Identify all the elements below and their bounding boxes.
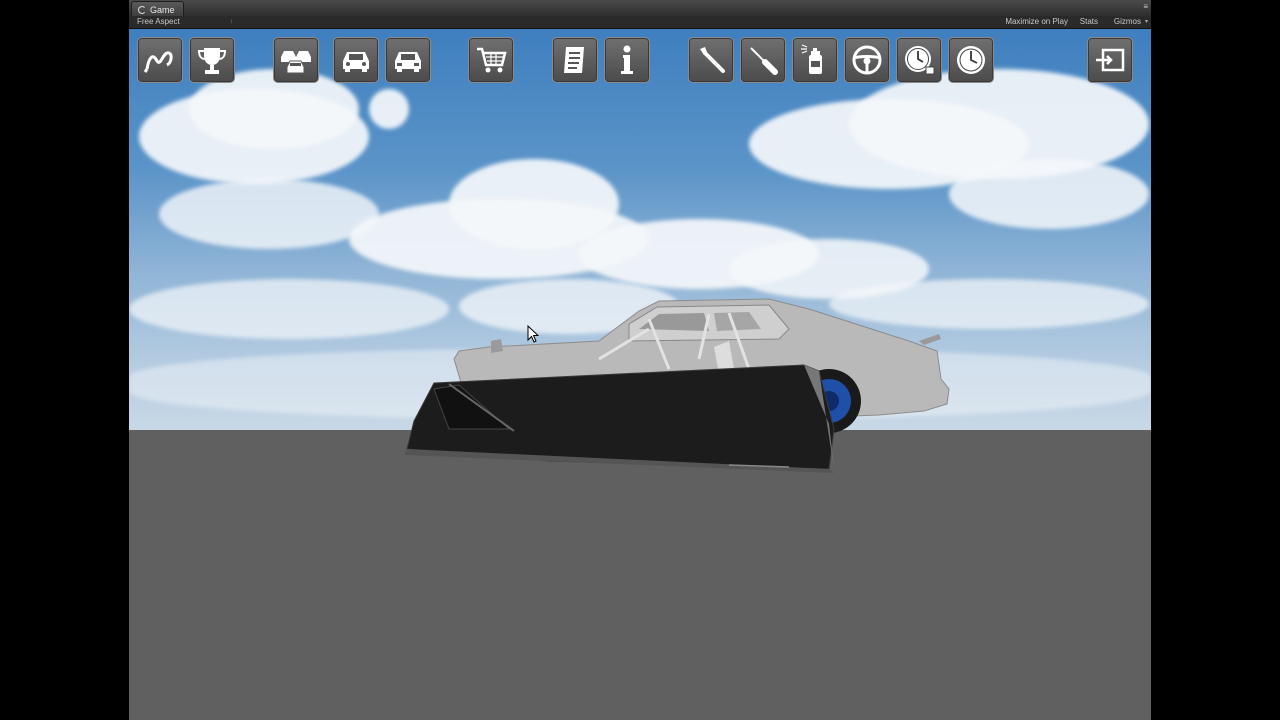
car-lot-icon [281,51,311,74]
game-view-toolbar: Free Aspect ↕ Maximize on Play Stats Giz… [129,16,1151,29]
game-viewport[interactable] [129,29,1151,720]
unity-logo-icon [138,5,146,14]
wrench-icon [700,47,725,73]
steering-wheel-icon [852,45,882,75]
checklist-button[interactable] [552,37,598,83]
time-button[interactable] [948,37,994,83]
shop-button[interactable] [468,37,514,83]
gauge-clock-icon [905,46,935,75]
wrench-button[interactable] [688,37,734,83]
gizmos-dropdown[interactable]: Gizmos [1114,16,1141,28]
tab-bar: Game ≡ [129,0,1151,17]
track-icon [143,51,173,73]
gizmos-dropdown-arrow-icon[interactable]: ▾ [1145,16,1148,28]
car-rear-button[interactable] [385,37,431,83]
checklist-icon [564,47,584,73]
info-icon [621,45,633,74]
screwdriver-button[interactable] [740,37,786,83]
car-model [404,298,950,473]
car-rear-icon [395,52,421,72]
spray-can-icon [801,44,822,74]
aspect-dropdown[interactable]: Free Aspect [137,16,180,28]
game-window: Game ≡ Free Aspect ↕ Maximize on Play St… [129,0,1151,720]
car-lot-button[interactable] [273,37,319,83]
screwdriver-icon [750,47,778,75]
exit-icon [1096,48,1125,72]
mouse-cursor-icon [527,325,539,343]
shopping-cart-icon [477,47,507,73]
window-menu-icon[interactable]: ≡ [1143,3,1148,11]
tab-game[interactable]: Game [131,1,184,17]
trophy-icon [197,48,227,74]
trophy-button[interactable] [189,37,235,83]
stats-toggle[interactable]: Stats [1080,16,1098,28]
info-button[interactable] [604,37,650,83]
paint-button[interactable] [792,37,838,83]
car-front-button[interactable] [333,37,379,83]
car-front-icon [343,52,369,72]
gauge-button[interactable] [896,37,942,83]
maximize-on-play-toggle[interactable]: Maximize on Play [1005,16,1068,28]
clock-icon [957,46,985,74]
exit-button[interactable] [1087,37,1133,83]
track-button[interactable] [137,37,183,83]
tab-label: Game [150,4,175,15]
steering-button[interactable] [844,37,890,83]
aspect-dropdown-arrow-icon[interactable]: ↕ [230,16,233,28]
